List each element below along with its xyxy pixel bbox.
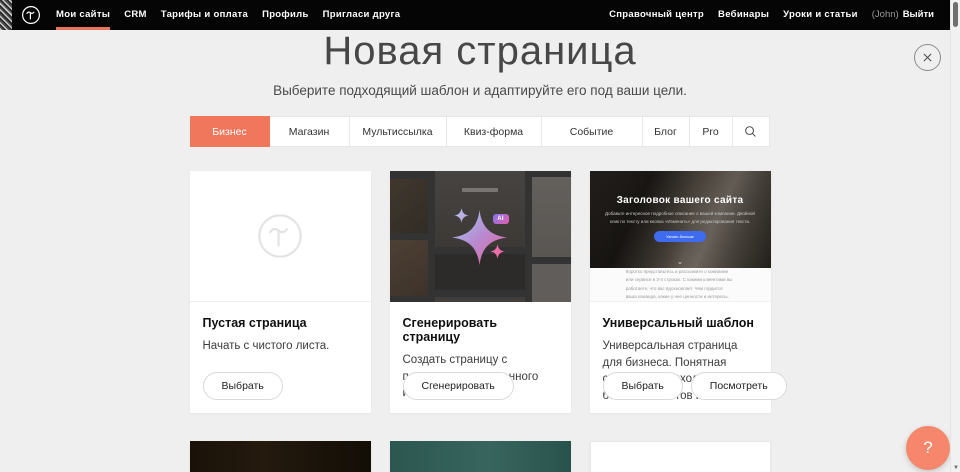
scrollbar-thumb[interactable] [953, 2, 958, 27]
preview-headline: Заголовок вашего сайта [590, 171, 771, 206]
tab-business[interactable]: Бизнес [190, 116, 270, 147]
nav-profile[interactable]: Профиль [262, 0, 309, 30]
tab-event[interactable]: Событие [541, 116, 643, 147]
chevron-down-icon: ⌄ [677, 258, 684, 266]
card-actions: Сгенерировать [403, 372, 514, 400]
select-blank-button[interactable]: Выбрать [203, 372, 283, 400]
nav-webinars[interactable]: Вебинары [718, 0, 769, 30]
new-page-modal-screen: Мои сайты CRM Тарифы и оплата Профиль Пр… [0, 0, 960, 472]
sparkle-small-icon [490, 244, 505, 259]
card-description: Начать с чистого листа. [203, 338, 358, 355]
template-cards-row-partial [190, 441, 771, 472]
card-actions: Выбрать Посмотреть [603, 372, 787, 400]
search-icon [744, 125, 757, 138]
tab-quiz-form[interactable]: Квиз-форма [446, 116, 542, 147]
preview-body-text: Коротко представьтесь и расскажите о ком… [626, 268, 735, 300]
nav-my-sites[interactable]: Мои сайты [56, 0, 110, 30]
card-partial-thumbnail[interactable] [590, 441, 771, 472]
navbar-right-menu: Справочный центр Вебинары Уроки и статьи… [609, 0, 934, 30]
card-title: Сгенерировать страницу [403, 316, 558, 344]
nav-lessons-articles[interactable]: Уроки и статьи [783, 0, 858, 30]
scrollbar[interactable]: ▼ [950, 0, 960, 472]
template-category-tabs: Бизнес Магазин Мультиссылка Квиз-форма С… [190, 116, 771, 147]
tilda-logo-icon[interactable] [21, 5, 41, 25]
preview-cta-button: Узнать больше [654, 231, 706, 242]
user-session: (John) Выйти [872, 0, 934, 30]
blank-page-thumbnail [190, 171, 371, 302]
universal-template-thumbnail: Заголовок вашего сайта Добавьте интересн… [590, 171, 771, 302]
tab-multilink[interactable]: Мультиссылка [349, 116, 447, 147]
select-template-button[interactable]: Выбрать [603, 372, 683, 400]
user-name: (John) [872, 0, 899, 30]
card-body: Пустая страница Начать с чистого листа. [190, 302, 371, 355]
card-partial-thumbnail[interactable] [390, 441, 571, 472]
card-title: Пустая страница [203, 316, 358, 330]
tab-shop[interactable]: Магазин [269, 116, 350, 147]
close-icon [922, 52, 933, 63]
nav-tariffs[interactable]: Тарифы и оплата [161, 0, 248, 30]
ai-badge: AI [493, 214, 509, 224]
nav-crm[interactable]: CRM [124, 0, 147, 30]
nav-help-center[interactable]: Справочный центр [609, 0, 704, 30]
tab-search[interactable] [732, 116, 770, 147]
scrollbar-down-arrow-icon[interactable]: ▼ [952, 465, 960, 471]
card-universal-template: Заголовок вашего сайта Добавьте интересн… [590, 171, 771, 413]
card-blank-page: Пустая страница Начать с чистого листа. … [190, 171, 371, 413]
card-title: Универсальный шаблон [603, 316, 758, 330]
logout-link[interactable]: Выйти [903, 0, 934, 30]
page-subtitle: Выберите подходящий шаблон и адаптируйте… [0, 83, 960, 98]
template-hero-preview: Заголовок вашего сайта Добавьте интересн… [590, 171, 771, 268]
help-button[interactable]: ? [906, 426, 950, 470]
tab-blog[interactable]: Блог [642, 116, 690, 147]
card-partial-thumbnail[interactable] [190, 441, 371, 472]
top-navbar: Мои сайты CRM Тарифы и оплата Профиль Пр… [0, 0, 960, 30]
card-actions: Выбрать [203, 372, 283, 400]
preview-template-button[interactable]: Посмотреть [691, 372, 787, 400]
ai-generate-thumbnail: AI [390, 171, 571, 302]
nav-invite-friend[interactable]: Пригласи друга [323, 0, 401, 30]
card-ai-generate: AI Сгенерировать страницу Создать страни… [390, 171, 571, 413]
template-about-preview: Коротко представьтесь и расскажите о ком… [590, 268, 771, 302]
close-button[interactable] [914, 44, 941, 71]
generate-button[interactable]: Сгенерировать [403, 372, 514, 400]
navbar-left-menu: Мои сайты CRM Тарифы и оплата Профиль Пр… [56, 0, 400, 30]
desktop-edge-pattern [0, 0, 12, 30]
template-cards-row: Пустая страница Начать с чистого листа. … [190, 171, 771, 413]
tilda-placeholder-logo-icon [256, 212, 304, 260]
preview-subtext: Добавьте интересное подробное описание о… [600, 210, 759, 225]
tab-pro[interactable]: Pro [689, 116, 733, 147]
page-title: Новая страница [0, 28, 960, 74]
